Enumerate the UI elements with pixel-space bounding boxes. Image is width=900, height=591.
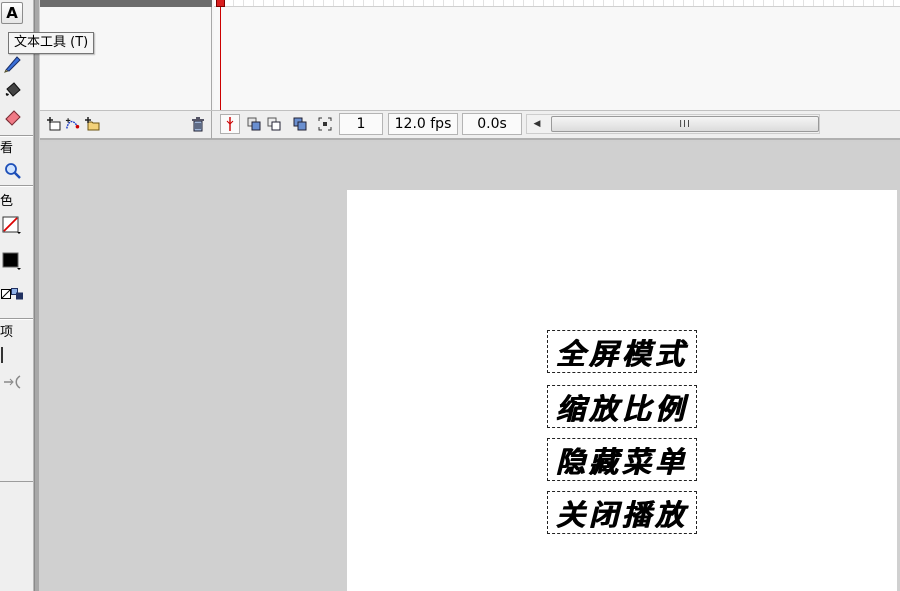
eraser-icon[interactable] bbox=[2, 105, 24, 127]
onion-skin-outlines-icon[interactable] bbox=[266, 116, 282, 132]
color-section-label: 色 bbox=[0, 194, 14, 209]
layer-tools bbox=[40, 111, 212, 139]
tools-separator-highlight bbox=[0, 319, 33, 320]
zoom-icon[interactable] bbox=[2, 160, 24, 182]
stroke-color-icon[interactable] bbox=[1, 214, 23, 236]
text-tool-button[interactable]: A bbox=[1, 2, 23, 24]
insert-layer-icon[interactable] bbox=[46, 116, 62, 132]
insert-folder-icon[interactable] bbox=[84, 116, 100, 132]
edit-multiple-frames-icon[interactable] bbox=[292, 116, 308, 132]
current-frame-field: 1 bbox=[339, 113, 383, 135]
stage-canvas[interactable]: 全屏模式 缩放比例 隐藏菜单 关闭播放 bbox=[347, 190, 897, 591]
frames-area[interactable] bbox=[214, 0, 900, 110]
frame-row[interactable] bbox=[214, 0, 900, 7]
delete-layer-icon[interactable] bbox=[190, 116, 206, 132]
fill-color-icon[interactable] bbox=[1, 250, 23, 272]
ink-bottle-icon[interactable] bbox=[2, 79, 24, 101]
flash-editor-window: 1 12.0 fps 0.0s ◀ III A 看 色 项 文本工具 (T) 全… bbox=[0, 0, 900, 591]
view-section-label: 看 bbox=[0, 141, 14, 156]
playhead-handle[interactable] bbox=[216, 0, 225, 7]
scroll-thumb[interactable]: III bbox=[551, 116, 819, 132]
onion-skin-icon[interactable] bbox=[246, 116, 262, 132]
center-frame-icon[interactable] bbox=[220, 114, 240, 134]
tools-panel: A 看 色 项 bbox=[0, 0, 34, 591]
menu-item-close-playback[interactable]: 关闭播放 bbox=[547, 491, 697, 534]
menu-item-fullscreen[interactable]: 全屏模式 bbox=[547, 330, 697, 373]
add-motion-guide-icon[interactable] bbox=[65, 116, 81, 132]
scroll-thumb-grip: III bbox=[679, 118, 691, 130]
text-tool-tooltip: 文本工具 (T) bbox=[8, 32, 95, 54]
menu-item-hide-menu[interactable]: 隐藏菜单 bbox=[547, 438, 697, 481]
layers-panel bbox=[40, 0, 212, 110]
timeline-horizontal-scrollbar[interactable]: ◀ III bbox=[526, 114, 820, 134]
layer-row-selected[interactable] bbox=[40, 0, 212, 7]
scroll-left-arrow-icon[interactable]: ◀ bbox=[527, 115, 547, 133]
swap-colors-icon[interactable] bbox=[10, 286, 24, 302]
menu-item-zoom-ratio[interactable]: 缩放比例 bbox=[547, 385, 697, 428]
timeline-status-bar: 1 12.0 fps 0.0s ◀ III bbox=[40, 110, 900, 139]
timeline-panel: 1 12.0 fps 0.0s ◀ III bbox=[40, 0, 900, 140]
modify-onion-markers-icon[interactable] bbox=[317, 116, 333, 132]
work-area[interactable]: 全屏模式 缩放比例 隐藏菜单 关闭播放 bbox=[40, 142, 900, 591]
frame-rate-field[interactable]: 12.0 fps bbox=[388, 113, 458, 135]
tools-separator-highlight bbox=[0, 186, 33, 187]
snap-icon[interactable] bbox=[3, 374, 23, 390]
options-section-label: 项 bbox=[0, 325, 14, 340]
option-bar-icon[interactable] bbox=[0, 347, 4, 363]
tools-separator bbox=[0, 481, 33, 482]
elapsed-time-field: 0.0s bbox=[462, 113, 522, 135]
pencil-icon[interactable] bbox=[2, 52, 24, 74]
